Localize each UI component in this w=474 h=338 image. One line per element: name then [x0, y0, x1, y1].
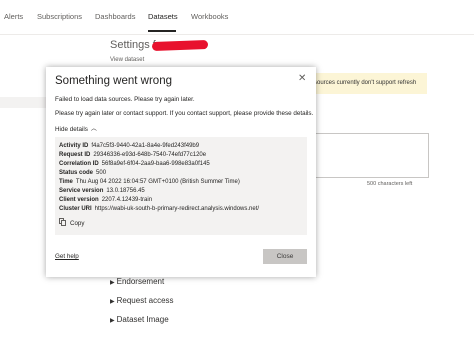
- tab-dashboards[interactable]: Dashboards: [95, 12, 135, 21]
- character-count: 500 characters left: [367, 181, 413, 187]
- tab-subscriptions[interactable]: Subscriptions: [37, 12, 82, 21]
- tab-alerts[interactable]: Alerts: [4, 12, 23, 21]
- hide-details-toggle[interactable]: Hide details ︿: [55, 124, 97, 133]
- description-textarea[interactable]: [305, 133, 429, 178]
- detail-time: Time Thu Aug 04 2022 16:04:57 GMT+0100 (B…: [59, 179, 240, 185]
- copy-label: Copy: [70, 220, 85, 227]
- left-nav-highlight: [0, 97, 46, 108]
- top-nav: Alerts Subscriptions Dashboards Datasets…: [0, 0, 474, 34]
- section-request-access[interactable]: ▶ Request access: [110, 296, 174, 305]
- chevron-right-icon: ▶: [110, 318, 115, 324]
- support-message: Please try again later or contact suppor…: [55, 110, 314, 117]
- chevron-up-icon: ︿: [90, 126, 97, 133]
- detail-client-version: Client version 2207.4.12439-train: [59, 197, 153, 203]
- close-button[interactable]: Close: [263, 249, 307, 264]
- detail-activity-id: Activity ID f4a7c5f3-9440-42a1-8a4e-9fed2…: [59, 143, 200, 149]
- detail-service-version: Service version 13.0.18756.45: [59, 188, 145, 194]
- error-message: Failed to load data sources. Please try …: [55, 96, 195, 103]
- nav-divider: [0, 34, 474, 35]
- redaction-mark: [151, 40, 209, 51]
- section-label: Endorsement: [116, 277, 165, 286]
- chevron-right-icon: ▶: [110, 280, 115, 286]
- detail-request-id: Request ID 29346336-e93d-648b-7540-74efd7…: [59, 152, 207, 158]
- hide-details-label: Hide details: [55, 126, 88, 133]
- detail-cluster-uri: Cluster URI https://wabi-uk-south-b-prima…: [59, 206, 260, 212]
- view-dataset-link[interactable]: View dataset: [110, 57, 144, 63]
- section-label: Request access: [116, 296, 174, 305]
- section-endorsement[interactable]: ▶ Endorsement: [110, 277, 164, 286]
- active-tab-indicator: [148, 30, 176, 32]
- tab-workbooks[interactable]: Workbooks: [191, 12, 228, 21]
- error-dialog: Something went wrong ✕ Failed to load da…: [46, 67, 316, 277]
- dialog-title: Something went wrong: [55, 75, 172, 87]
- section-dataset-image[interactable]: ▶ Dataset Image: [110, 315, 169, 324]
- detail-correlation-id: Correlation ID 56f8a9ef-6f04-2aa9-baa6-99…: [59, 161, 210, 167]
- get-help-link[interactable]: Get help: [55, 253, 79, 260]
- copy-icon: [59, 218, 66, 226]
- warning-banner: sources currently don't support refresh: [303, 73, 427, 94]
- tab-datasets[interactable]: Datasets: [148, 12, 178, 21]
- error-details-panel: Activity ID f4a7c5f3-9440-42a1-8a4e-9fed2…: [55, 137, 307, 235]
- detail-status-code: Status code 500: [59, 170, 107, 176]
- copy-button[interactable]: Copy: [59, 218, 84, 227]
- section-label: Dataset Image: [116, 315, 169, 324]
- close-icon[interactable]: ✕: [298, 73, 306, 84]
- chevron-right-icon: ▶: [110, 299, 115, 305]
